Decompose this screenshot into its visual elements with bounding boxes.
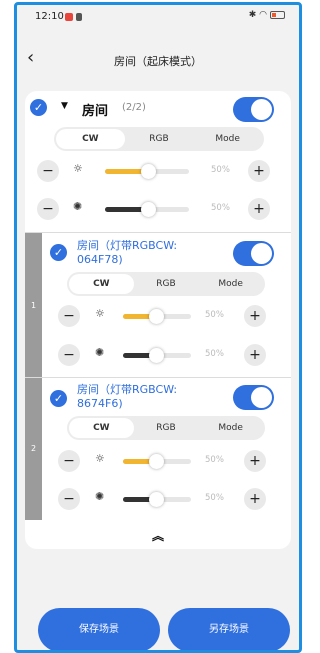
room-warmth-slider[interactable] bbox=[105, 202, 189, 217]
tab-rgb[interactable]: RGB bbox=[134, 274, 199, 294]
bluetooth-wifi-icons: ✱ ◠ bbox=[248, 10, 267, 20]
caret-down-icon[interactable]: ▼ bbox=[61, 101, 68, 111]
device-warmth-slider[interactable] bbox=[123, 348, 191, 363]
percent-value: 50% bbox=[205, 310, 224, 320]
status-icons: ✱ ◠ bbox=[249, 10, 285, 20]
sunrise-icon: ☼ bbox=[95, 307, 105, 320]
save-scene-button[interactable]: 保存场景 bbox=[38, 608, 160, 650]
percent-value: 50% bbox=[205, 455, 224, 465]
collapse-chevron-icon[interactable]: ︽ bbox=[152, 527, 164, 544]
sunrise-icon: ☼ bbox=[73, 162, 83, 175]
device-warmth-row: − ✺ 50% + bbox=[25, 488, 291, 510]
device-check-icon[interactable]: ✓ bbox=[50, 244, 67, 261]
plus-button[interactable]: + bbox=[244, 488, 266, 510]
device-check-icon[interactable]: ✓ bbox=[50, 390, 67, 407]
tab-cw[interactable]: CW bbox=[69, 418, 134, 438]
percent-value: 50% bbox=[205, 493, 224, 503]
plus-button[interactable]: + bbox=[244, 305, 266, 327]
device-brightness-slider[interactable] bbox=[123, 309, 191, 324]
minus-button[interactable]: − bbox=[58, 450, 80, 472]
minus-button[interactable]: − bbox=[58, 344, 80, 366]
device-warmth-row: − ✺ 50% + bbox=[25, 344, 291, 366]
minus-button[interactable]: − bbox=[37, 160, 59, 182]
percent-value: 50% bbox=[211, 165, 230, 175]
divider bbox=[25, 232, 291, 233]
minus-button[interactable]: − bbox=[58, 305, 80, 327]
tab-rgb[interactable]: RGB bbox=[125, 129, 194, 149]
save-as-scene-button[interactable]: 另存场景 bbox=[168, 608, 290, 650]
app-frame: 12:10 ✱ ◠ ‹ 房间（起床模式） ✓ ▼ 房间 (2/2) CW RGB… bbox=[14, 2, 302, 653]
tab-mode[interactable]: Mode bbox=[198, 274, 263, 294]
room-check-icon[interactable]: ✓ bbox=[30, 99, 47, 116]
plus-button[interactable]: + bbox=[244, 344, 266, 366]
status-bar: 12:10 ✱ ◠ bbox=[17, 5, 299, 27]
sun-icon: ✺ bbox=[73, 200, 83, 213]
plus-button[interactable]: + bbox=[244, 450, 266, 472]
room-brightness-slider[interactable] bbox=[105, 164, 189, 179]
minus-button[interactable]: − bbox=[37, 198, 59, 220]
device-warmth-slider[interactable] bbox=[123, 492, 191, 507]
room-card: ✓ ▼ 房间 (2/2) CW RGB Mode − ☼ 50% + − ✺ 5… bbox=[25, 91, 291, 549]
page-title: 房间（起床模式） bbox=[114, 55, 202, 68]
room-warmth-row: − ✺ 50% + bbox=[25, 198, 291, 220]
tab-cw[interactable]: CW bbox=[56, 129, 125, 149]
device-name-line1: 房间（灯带RGBCW: bbox=[77, 383, 178, 396]
device-mode-tabs: CW RGB Mode bbox=[67, 416, 265, 440]
sun-icon: ✺ bbox=[95, 346, 105, 359]
device-brightness-row: − ☼ 50% + bbox=[25, 305, 291, 327]
device-name-line2: 064F78) bbox=[77, 253, 123, 266]
plus-button[interactable]: + bbox=[248, 160, 270, 182]
room-brightness-row: − ☼ 50% + bbox=[25, 160, 291, 182]
room-power-toggle[interactable] bbox=[233, 97, 274, 122]
device-power-toggle[interactable] bbox=[233, 241, 274, 266]
room-count: (2/2) bbox=[122, 102, 146, 113]
tab-rgb[interactable]: RGB bbox=[134, 418, 199, 438]
device-power-toggle[interactable] bbox=[233, 385, 274, 410]
percent-value: 50% bbox=[211, 203, 230, 213]
divider bbox=[25, 377, 291, 378]
minus-button[interactable]: − bbox=[58, 488, 80, 510]
tab-mode[interactable]: Mode bbox=[198, 418, 263, 438]
room-mode-tabs: CW RGB Mode bbox=[54, 127, 264, 151]
sunrise-icon: ☼ bbox=[95, 452, 105, 465]
device-mode-tabs: CW RGB Mode bbox=[67, 272, 265, 296]
room-name: 房间 bbox=[82, 104, 109, 119]
tab-mode[interactable]: Mode bbox=[193, 129, 262, 149]
tab-cw[interactable]: CW bbox=[69, 274, 134, 294]
sun-icon: ✺ bbox=[95, 490, 105, 503]
notification-icon bbox=[65, 13, 73, 21]
device-brightness-slider[interactable] bbox=[123, 454, 191, 469]
plus-button[interactable]: + bbox=[248, 198, 270, 220]
sim-icon bbox=[76, 13, 82, 21]
percent-value: 50% bbox=[205, 349, 224, 359]
device-name-line1: 房间（灯带RGBCW: bbox=[77, 239, 178, 252]
status-time: 12:10 bbox=[35, 11, 64, 22]
device-brightness-row: − ☼ 50% + bbox=[25, 450, 291, 472]
device-name-line2: 8674F6) bbox=[77, 397, 123, 410]
battery-icon bbox=[270, 11, 285, 19]
